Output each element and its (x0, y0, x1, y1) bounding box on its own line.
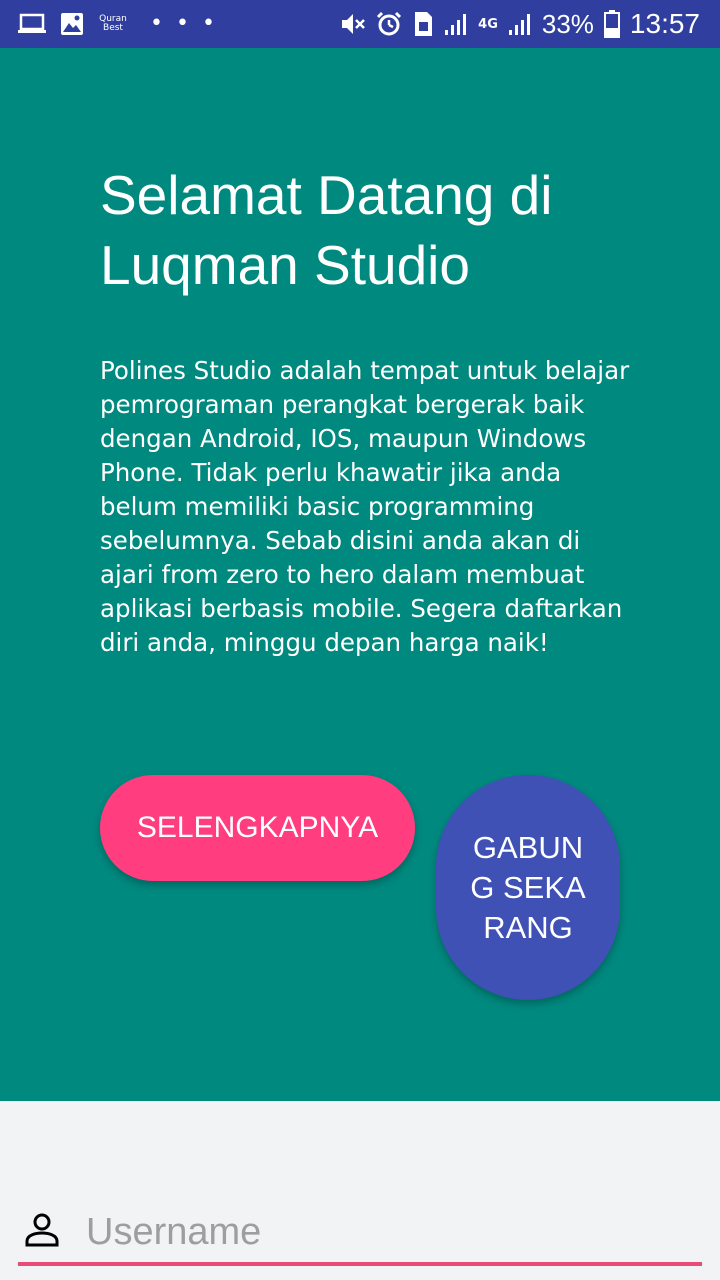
mute-icon (340, 11, 366, 37)
username-row (0, 1200, 720, 1280)
4g-icon: 4G (478, 16, 498, 32)
battery-icon (603, 10, 620, 38)
username-underline (18, 1262, 702, 1266)
username-input[interactable] (86, 1204, 696, 1260)
hero-description: Polines Studio adalah tempat untuk belaj… (100, 356, 630, 657)
signal-icon (508, 12, 532, 36)
laptop-icon (18, 13, 46, 35)
join-now-button[interactable]: GABUNG SEKARANG (436, 775, 620, 1000)
person-icon (24, 1212, 60, 1248)
more-dots-icon: • • • (150, 11, 218, 36)
image-icon (60, 12, 84, 36)
status-bar: Quran Best • • • 4G 33% 13:57 (0, 0, 720, 48)
alarm-icon (376, 11, 402, 37)
status-bar-right: 4G 33% 13:57 (340, 0, 700, 48)
clock: 13:57 (629, 8, 700, 39)
status-bar-left: Quran Best • • • (18, 0, 218, 48)
page-title: Selamat Datang di Luqman Studio (100, 164, 553, 296)
more-button[interactable]: SELENGKAPNYA (100, 775, 415, 881)
signal-icon (444, 12, 468, 36)
hero-section: Selamat Datang di Luqman Studio Polines … (0, 48, 720, 1101)
sim-icon (412, 11, 434, 37)
battery-percent: 33% (541, 8, 594, 39)
quran-best-icon: Quran Best (99, 14, 127, 33)
